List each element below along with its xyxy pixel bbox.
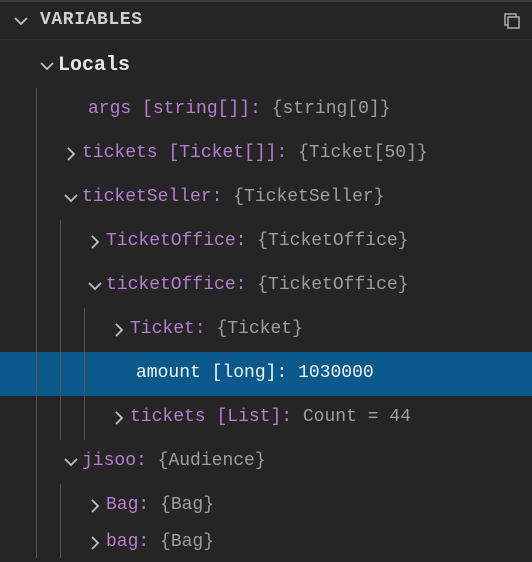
variable-type: [long] <box>212 363 277 385</box>
variable-row[interactable]: bag : {Bag} <box>0 528 532 558</box>
variable-value: {Ticket} <box>216 319 302 341</box>
variable-value: {string[0]} <box>272 99 391 121</box>
variable-name: ticketSeller <box>82 187 212 209</box>
colon: : <box>138 495 149 517</box>
variable-value: {TicketOffice} <box>257 275 408 297</box>
variable-type: [Ticket[]] <box>168 143 276 165</box>
variable-value: 1030000 <box>298 363 374 385</box>
variable-row[interactable]: Ticket : {Ticket} <box>0 308 532 352</box>
variable-row[interactable]: Bag : {Bag} <box>0 484 532 528</box>
chevron-down-icon[interactable] <box>60 454 82 470</box>
chevron-right-icon[interactable] <box>84 498 106 514</box>
collapse-all-icon[interactable] <box>502 11 522 31</box>
variable-value: {Bag} <box>160 532 214 554</box>
variable-row[interactable]: • amount [long] : 1030000 <box>0 352 532 396</box>
variable-type: [string[]] <box>142 99 250 121</box>
chevron-right-icon[interactable] <box>84 535 106 551</box>
chevron-down-icon[interactable] <box>60 190 82 206</box>
colon: : <box>250 99 261 121</box>
chevron-right-icon[interactable] <box>108 410 130 426</box>
variable-name: tickets <box>130 407 206 429</box>
variable-name: bag <box>106 532 138 554</box>
chevron-right-icon[interactable] <box>108 322 130 338</box>
variable-row[interactable]: • args [string[]] : {string[0]} <box>0 88 532 132</box>
chevron-down-icon[interactable] <box>10 13 32 29</box>
variable-row[interactable]: TicketOffice : {TicketOffice} <box>0 220 532 264</box>
colon: : <box>195 319 206 341</box>
variable-value: {TicketOffice} <box>257 231 408 253</box>
variable-value: {TicketSeller} <box>233 187 384 209</box>
variable-row[interactable]: jisoo : {Audience} <box>0 440 532 484</box>
variable-name: jisoo <box>82 451 136 473</box>
variables-panel: VARIABLES Locals • args [s <box>0 0 532 562</box>
chevron-down-icon[interactable] <box>36 58 58 74</box>
panel-title: VARIABLES <box>40 10 502 32</box>
colon: : <box>276 143 287 165</box>
variable-name: TicketOffice <box>106 231 236 253</box>
chevron-right-icon[interactable] <box>84 234 106 250</box>
variable-name: Bag <box>106 495 138 517</box>
variable-row[interactable]: ticketSeller : {TicketSeller} <box>0 176 532 220</box>
variables-tree: Locals • args [string[]] : {string[0]} t… <box>0 40 532 562</box>
panel-header[interactable]: VARIABLES <box>0 2 532 40</box>
chevron-down-icon[interactable] <box>84 278 106 294</box>
colon: : <box>281 407 292 429</box>
variable-value: {Ticket[50]} <box>298 143 428 165</box>
variable-value: {Bag} <box>160 495 214 517</box>
variable-name: tickets <box>82 143 158 165</box>
chevron-right-icon[interactable] <box>60 146 82 162</box>
colon: : <box>236 231 247 253</box>
variable-value: Count = 44 <box>303 407 411 429</box>
variable-row[interactable]: ticketOffice : {TicketOffice} <box>0 264 532 308</box>
variable-name: Ticket <box>130 319 195 341</box>
variable-type: [List] <box>216 407 281 429</box>
variable-name: amount <box>136 363 201 385</box>
colon: : <box>138 532 149 554</box>
no-twist: • <box>108 363 130 385</box>
variable-value: {Audience} <box>158 451 266 473</box>
variable-name: args <box>88 99 131 121</box>
variable-name: ticketOffice <box>106 275 236 297</box>
colon: : <box>212 187 223 209</box>
variable-row[interactable]: tickets [List] : Count = 44 <box>0 396 532 440</box>
colon: : <box>276 363 287 385</box>
no-twist: • <box>60 99 82 121</box>
colon: : <box>136 451 147 473</box>
colon: : <box>236 275 247 297</box>
scope-row[interactable]: Locals <box>0 44 532 88</box>
scope-name: Locals <box>58 54 130 78</box>
variable-row[interactable]: tickets [Ticket[]] : {Ticket[50]} <box>0 132 532 176</box>
